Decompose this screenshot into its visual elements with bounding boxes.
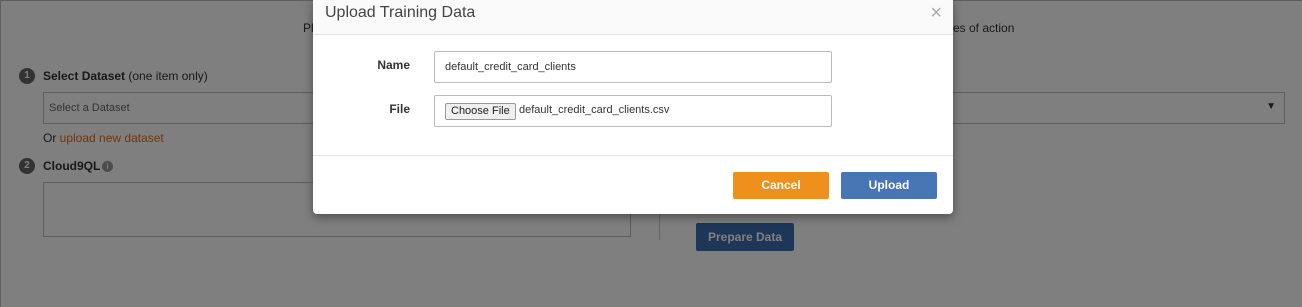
modal-title: Upload Training Data <box>325 4 476 21</box>
name-input[interactable] <box>434 51 832 83</box>
upload-training-data-modal: Upload Training Data × Name File Choose … <box>313 0 953 214</box>
name-label: Name <box>377 58 410 72</box>
choose-file-button[interactable]: Choose File <box>445 103 516 120</box>
cancel-button[interactable]: Cancel <box>733 172 829 199</box>
close-icon[interactable]: × <box>930 3 942 23</box>
upload-button[interactable]: Upload <box>841 172 937 199</box>
modal-header: Upload Training Data × <box>313 0 953 35</box>
file-input[interactable]: Choose File default_credit_card_clients.… <box>434 95 832 127</box>
selected-file-name: default_credit_card_clients.csv <box>519 104 670 116</box>
modal-footer-divider <box>313 155 953 156</box>
file-label: File <box>389 102 410 116</box>
